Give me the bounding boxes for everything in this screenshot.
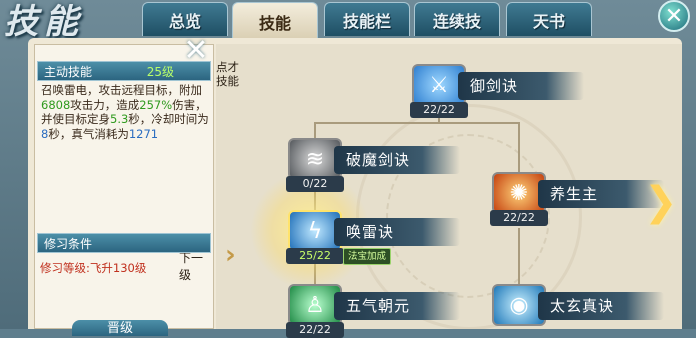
close-icon: ✕	[664, 3, 684, 29]
desc-damage-value: 257%	[139, 97, 173, 112]
tree-connector	[518, 228, 520, 284]
close-panel-button[interactable]: ✕	[183, 36, 209, 66]
desc-root-value: 5.3	[110, 112, 129, 126]
tab-sky-book[interactable]: 天书	[506, 2, 592, 36]
skill-count: 0/22	[286, 176, 344, 192]
tab-skill-bar[interactable]: 技能栏	[324, 2, 410, 36]
skill-type-label: 主动技能	[44, 64, 93, 79]
partial-text-line1: 点才	[216, 60, 239, 74]
partial-text: 点才 技能	[216, 60, 239, 88]
tree-connector	[314, 122, 520, 124]
skill-name: 五气朝元	[334, 292, 460, 320]
skill-name: 破魔剑诀	[334, 146, 460, 174]
close-window-button[interactable]: ✕	[658, 0, 690, 32]
artifact-bonus-badge: 法宝加成	[343, 248, 392, 265]
skill-name: 太玄真诀	[538, 292, 664, 320]
tab-combo[interactable]: 连续技	[414, 2, 500, 36]
chevron-right-icon: ❯	[644, 179, 678, 225]
skill-name: 御剑诀	[458, 72, 584, 100]
tab-overview[interactable]: 总览	[142, 2, 228, 36]
requirement-header-label: 修习条件	[44, 236, 93, 251]
advance-button[interactable]: 晋级	[72, 320, 168, 336]
skill-count: 22/22	[286, 322, 344, 338]
skill-description: 召唤雷电，攻击远程目标，附加6808攻击力，造成257%伤害，并使目标定身5.3…	[41, 83, 209, 141]
skill-count: 25/22	[286, 248, 344, 264]
close-icon: ✕	[183, 33, 209, 68]
tab-skills[interactable]: 技能	[232, 2, 318, 40]
skill-level: 25级	[146, 64, 174, 79]
requirement-text: 修习等级:飞升130级	[40, 261, 147, 275]
desc-qi-cost-value: 1271	[128, 126, 159, 141]
desc-text: 召唤雷电，攻击远程目标，附加	[41, 83, 202, 97]
skill-count: 22/22	[410, 102, 468, 118]
desc-text: 秒，真气消耗为	[48, 126, 129, 141]
partial-text-line2: 技能	[216, 74, 239, 88]
window-title: 技能	[4, 2, 84, 42]
desc-text: 秒，冷却时间为	[128, 112, 209, 126]
desc-attack-value: 6808	[41, 97, 71, 112]
skill-name: 唤雷诀	[334, 218, 460, 246]
next-level-arrow[interactable]: ›	[225, 240, 243, 270]
skill-count: 22/22	[490, 210, 548, 226]
skill-detail-panel: 主动技能 25级 召唤雷电，攻击远程目标，附加6808攻击力，造成257%伤害，…	[34, 44, 236, 329]
chevron-right-icon: ›	[225, 240, 236, 270]
next-page-arrow[interactable]: ❯	[644, 180, 678, 226]
next-level-label[interactable]: 下一级	[179, 249, 213, 283]
requirement-header: 修习条件	[37, 233, 211, 253]
tree-connector	[518, 122, 520, 172]
desc-text: 攻击力，造成	[70, 97, 140, 112]
